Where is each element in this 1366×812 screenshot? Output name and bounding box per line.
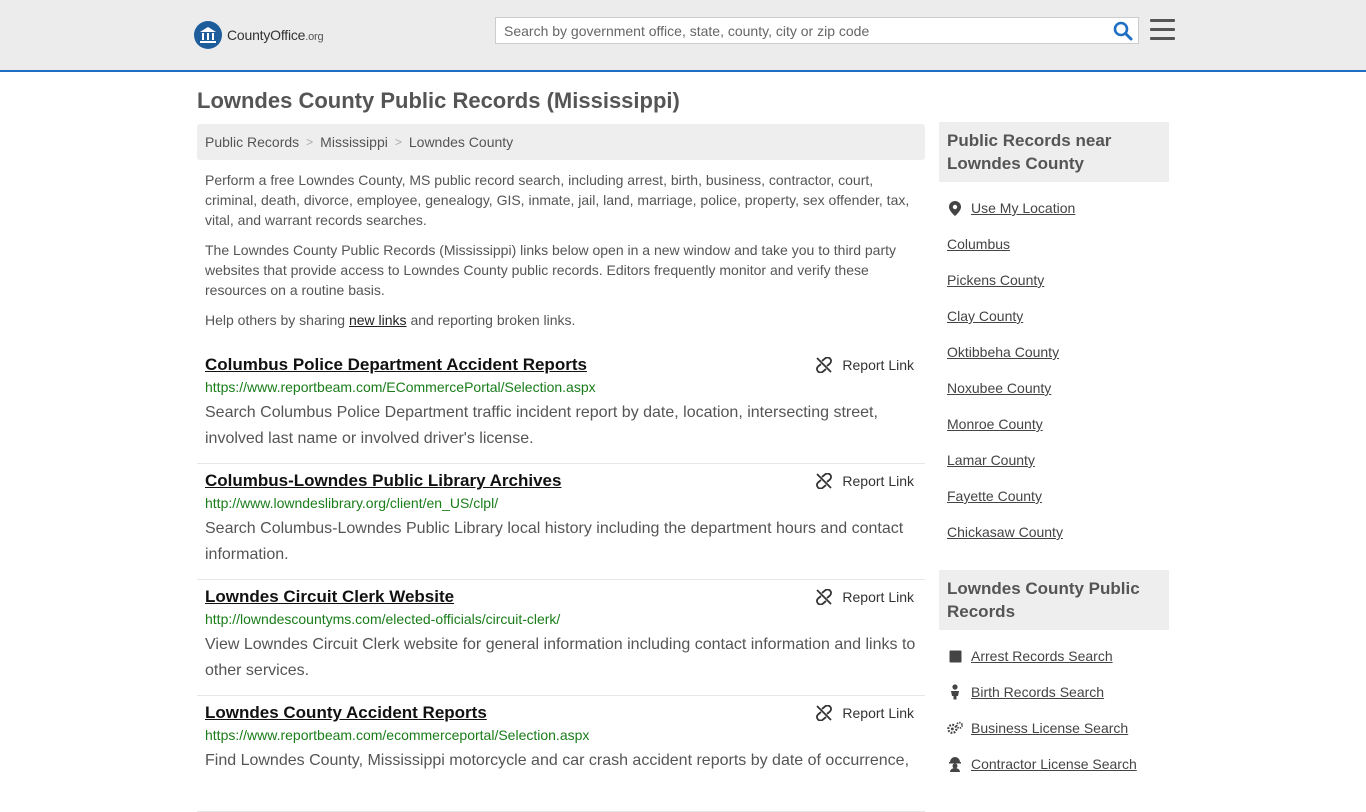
use-location-item: Use My Location [947,190,1161,226]
new-links-link[interactable]: new links [349,312,407,328]
broken-link-icon [816,357,833,373]
listing-url[interactable]: https://www.reportbeam.com/ecommerceport… [205,726,917,744]
listing-item: Lowndes County Accident Reports https://… [197,696,925,812]
birth-records-link[interactable]: Birth Records Search [971,684,1104,700]
nearby-records-heading: Public Records near Lowndes County [939,122,1169,182]
hamburger-menu-icon[interactable] [1150,19,1175,41]
record-type-item: Arrest Records Search [947,638,1161,674]
county-records-heading: Lowndes County Public Records [939,570,1169,630]
listing-title-link[interactable]: Lowndes Circuit Clerk Website [205,580,917,607]
nearby-item: Oktibbeha County [947,334,1161,370]
breadcrumb-separator-icon: > [394,135,402,149]
breadcrumb-mississippi[interactable]: Mississippi [320,134,388,150]
intro-paragraph: Perform a free Lowndes County, MS public… [205,172,910,228]
listing-item: Columbus-Lowndes Public Library Archives… [197,464,925,580]
nearby-link-pickens-county[interactable]: Pickens County [947,272,1044,288]
report-link-button[interactable]: Report Link [816,705,914,721]
nearby-link-lamar-county[interactable]: Lamar County [947,452,1035,468]
listing-item: Lowndes Circuit Clerk Website http://low… [197,580,925,696]
arrest-records-link[interactable]: Arrest Records Search [971,648,1113,664]
broken-link-icon [816,473,833,489]
listing-title-link[interactable]: Columbus-Lowndes Public Library Archives [205,464,917,491]
listing-url[interactable]: https://www.reportbeam.com/ECommercePort… [205,378,917,396]
breadcrumb-lowndes-county[interactable]: Lowndes County [409,134,513,150]
record-type-item: Business License Search [947,710,1161,746]
nearby-list: Use My Location Columbus Pickens County … [939,190,1169,550]
intro-paragraph: The Lowndes County Public Records (Missi… [205,242,897,298]
nearby-item: Pickens County [947,262,1161,298]
listing-description: Search Columbus Police Department traffi… [205,404,878,447]
search-icon[interactable] [1113,21,1133,41]
listing-title-link[interactable]: Lowndes County Accident Reports [205,696,917,723]
report-link-button[interactable]: Report Link [816,357,914,373]
use-my-location-link[interactable]: Use My Location [971,200,1075,216]
site-logo[interactable]: CountyOffice.org [194,20,324,50]
nearby-item: Columbus [947,226,1161,262]
nearby-item: Chickasaw County [947,514,1161,550]
contractor-license-link[interactable]: Contractor License Search [971,756,1137,772]
listing-url[interactable]: http://www.lowndeslibrary.org/client/en_… [205,494,917,512]
listing-description: Search Columbus-Lowndes Public Library l… [205,520,904,563]
broken-link-icon [816,589,833,605]
report-link-button[interactable]: Report Link [816,589,914,605]
listing-description: Find Lowndes County, Mississippi motorcy… [205,752,910,769]
listing-title-link[interactable]: Columbus Police Department Accident Repo… [205,348,917,375]
nearby-item: Monroe County [947,406,1161,442]
nearby-link-chickasaw-county[interactable]: Chickasaw County [947,524,1063,540]
county-records-list: Arrest Records Search Birth Records Sear… [939,638,1169,782]
breadcrumb-separator-icon: > [306,135,314,149]
nearby-item: Fayette County [947,478,1161,514]
business-license-link[interactable]: Business License Search [971,720,1128,736]
nearby-item: Lamar County [947,442,1161,478]
logo-wordmark: CountyOffice.org [227,27,324,43]
nearby-link-fayette-county[interactable]: Fayette County [947,488,1042,504]
search-input[interactable] [496,18,1112,43]
worker-icon [947,756,963,772]
nearby-link-monroe-county[interactable]: Monroe County [947,416,1043,432]
breadcrumb: Public Records > Mississippi > Lowndes C… [197,124,925,160]
broken-link-icon [816,705,833,721]
square-icon [947,650,963,663]
intro-text: Perform a free Lowndes County, MS public… [197,170,925,330]
search-box [495,17,1139,44]
nearby-item: Noxubee County [947,370,1161,406]
nearby-link-oktibbeha-county[interactable]: Oktibbeha County [947,344,1059,360]
record-type-item: Birth Records Search [947,674,1161,710]
nearby-item: Clay County [947,298,1161,334]
sidebar: Public Records near Lowndes County Use M… [939,122,1169,782]
nearby-link-clay-county[interactable]: Clay County [947,308,1023,324]
listing-description: View Lowndes Circuit Clerk website for g… [205,636,916,679]
baby-icon [947,684,963,700]
share-note: Help others by sharing new links and rep… [205,312,576,328]
nearby-link-noxubee-county[interactable]: Noxubee County [947,380,1051,396]
listing-url[interactable]: http://lowndescountyms.com/elected-offic… [205,610,917,628]
page-title: Lowndes County Public Records (Mississip… [197,88,680,113]
record-type-item: Contractor License Search [947,746,1161,782]
listing-item: Columbus Police Department Accident Repo… [197,348,925,464]
main-content: Public Records > Mississippi > Lowndes C… [197,124,925,812]
breadcrumb-public-records[interactable]: Public Records [205,134,299,150]
logo-badge-icon [194,21,222,49]
site-header: CountyOffice.org [0,0,1366,72]
map-marker-icon [947,200,963,216]
report-link-button[interactable]: Report Link [816,473,914,489]
gears-icon [947,721,963,735]
nearby-link-columbus[interactable]: Columbus [947,236,1010,252]
